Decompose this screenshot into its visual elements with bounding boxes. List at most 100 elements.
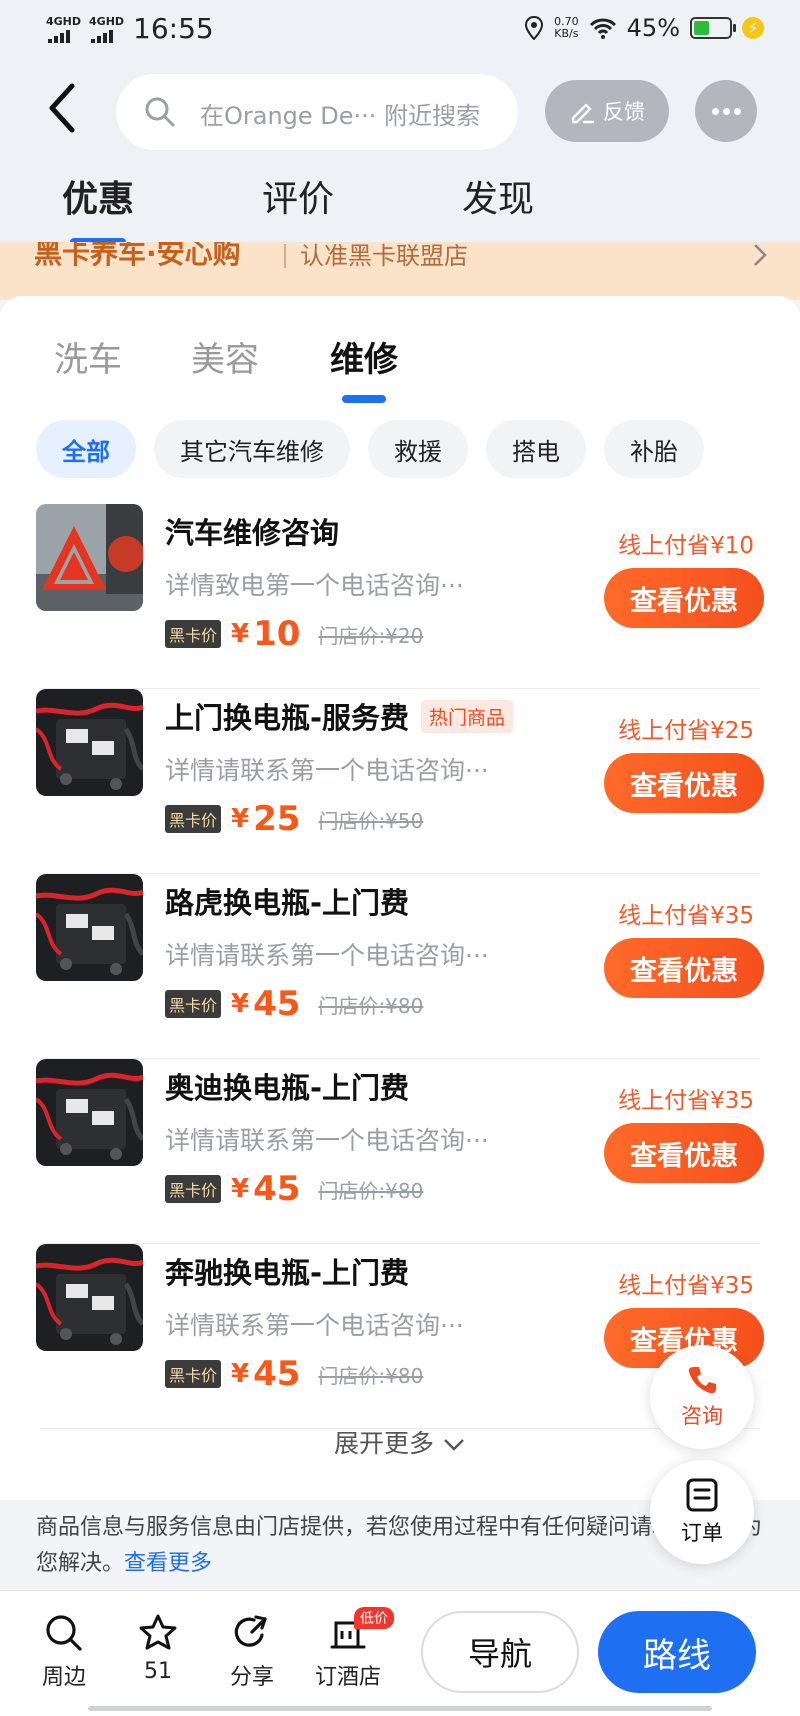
- route-button[interactable]: 路线: [598, 1611, 756, 1693]
- black-card-price: 45: [253, 1169, 301, 1209]
- price-row: 黑卡价 ¥25 门店价:¥50: [165, 799, 423, 839]
- service-description: 详情联系第一个电话咨询···: [165, 1311, 464, 1340]
- banner-subtitle: 认准黑卡联盟店: [284, 244, 468, 268]
- online-savings: 线上付省¥35: [618, 1088, 754, 1114]
- online-savings: 线上付省¥10: [618, 533, 754, 559]
- star-icon: [139, 1614, 177, 1650]
- tab-car-wash-label: 洗车: [54, 340, 122, 380]
- home-indicator: [88, 1706, 712, 1711]
- main-tabs: 优惠 评价 发现: [0, 170, 800, 246]
- service-item[interactable]: 汽车维修咨询详情致电第一个电话咨询··· 黑卡价 ¥10 门店价:¥20 线上付省¥10…: [0, 504, 800, 689]
- service-item[interactable]: 上门换电瓶-服务费 热门商品 详情请联系第一个电话咨询··· 黑卡价 ¥25 门店价:¥5…: [0, 689, 800, 874]
- favorite-button[interactable]: 51: [120, 1613, 196, 1684]
- search-input[interactable]: 在Orange De··· 附近搜索: [116, 74, 518, 150]
- store-price: 门店价:¥80: [318, 1363, 424, 1388]
- service-description: 详情请联系第一个电话咨询···: [165, 756, 489, 785]
- view-offer-button[interactable]: 查看优惠: [604, 1123, 764, 1183]
- online-savings: 线上付省¥25: [618, 718, 754, 744]
- share-label: 分享: [229, 1665, 274, 1690]
- chevron-left-icon: [49, 83, 75, 133]
- price-row: 黑卡价 ¥10 门店价:¥20: [165, 614, 423, 654]
- service-description: 详情致电第一个电话咨询···: [165, 571, 464, 600]
- filter-jump-start[interactable]: 搭电: [486, 420, 586, 478]
- service-list: 汽车维修咨询详情致电第一个电话咨询··· 黑卡价 ¥10 门店价:¥20 线上付省¥10…: [0, 504, 800, 1429]
- view-offer-button[interactable]: 查看优惠: [604, 753, 764, 813]
- filter-all[interactable]: 全部: [36, 420, 136, 478]
- service-title: 汽车维修咨询: [165, 516, 340, 550]
- edit-icon: [571, 103, 595, 124]
- tab-repair-label: 维修: [330, 340, 398, 380]
- service-item[interactable]: 奥迪换电瓶-上门费 详情请联系第一个电话咨询··· 黑卡价 ¥45 门店价:¥80 线上付…: [0, 1059, 800, 1244]
- feedback-button[interactable]: 反馈: [545, 80, 669, 142]
- black-card-price: 25: [253, 799, 301, 839]
- more-options-button[interactable]: [695, 80, 757, 142]
- service-title-row: 汽车维修咨询: [165, 510, 339, 552]
- service-description: 详情请联系第一个电话咨询···: [165, 941, 489, 970]
- store-price: 门店价:¥80: [318, 993, 424, 1018]
- tab-discover[interactable]: 发现: [462, 170, 534, 222]
- signal-bars-icon: [48, 30, 70, 43]
- order-button[interactable]: 订单: [650, 1460, 754, 1564]
- currency-symbol: ¥: [231, 804, 250, 834]
- black-card-tag: 黑卡价: [165, 990, 222, 1018]
- online-savings: 线上付省¥35: [618, 903, 754, 929]
- category-tabs: 洗车 美容 维修: [0, 332, 800, 403]
- banner-title: 黑卡养车·安心购: [34, 242, 241, 270]
- battery-percent: 45%: [626, 14, 680, 42]
- search-icon: [46, 1615, 82, 1651]
- signal-1: 4GHD: [46, 16, 81, 43]
- black-card-price: 45: [253, 1354, 301, 1394]
- tab-offers-label: 优惠: [62, 179, 135, 220]
- location-icon: [525, 16, 544, 40]
- order-label: 订单: [681, 1521, 723, 1545]
- tab-car-wash[interactable]: 洗车: [54, 332, 122, 381]
- tab-discover-label: 发现: [462, 179, 535, 220]
- search-icon: [145, 97, 175, 127]
- tab-reviews[interactable]: 评价: [262, 170, 334, 222]
- tab-beauty[interactable]: 美容: [191, 332, 259, 381]
- filter-other-repair[interactable]: 其它汽车维修: [154, 420, 350, 478]
- black-card-price: 10: [253, 614, 301, 654]
- tab-beauty-label: 美容: [191, 340, 259, 380]
- service-title-row: 奥迪换电瓶-上门费: [165, 1065, 409, 1107]
- currency-symbol: ¥: [231, 989, 250, 1019]
- view-offer-button[interactable]: 查看优惠: [604, 938, 764, 998]
- wifi-icon: [589, 18, 616, 39]
- status-bar: 4GHD 4GHD 16:55 0.70 KB/s 45% ⚡: [0, 0, 800, 62]
- service-thumbnail: [36, 1244, 143, 1351]
- battery-level: [694, 21, 710, 35]
- filter-tire-repair[interactable]: 补胎: [604, 420, 704, 478]
- black-card-tag: 黑卡价: [165, 805, 222, 833]
- filter-rescue[interactable]: 救援: [368, 420, 468, 478]
- network-speed: 0.70 KB/s: [554, 16, 579, 40]
- nearby-button[interactable]: 周边: [26, 1613, 102, 1691]
- service-description: 详情请联系第一个电话咨询···: [165, 1126, 489, 1155]
- currency-symbol: ¥: [231, 1359, 250, 1389]
- navigate-button[interactable]: 导航: [421, 1611, 579, 1693]
- book-hotel-button[interactable]: 低价 订酒店: [310, 1607, 394, 1691]
- network-type-1: 4GHD: [46, 15, 82, 28]
- signal-bars-icon: [91, 30, 114, 43]
- service-item[interactable]: 路虎换电瓶-上门费 详情请联系第一个电话咨询··· 黑卡价 ¥45 门店价:¥80 线上付…: [0, 874, 800, 1059]
- nearby-label: 周边: [41, 1665, 86, 1690]
- notice-more-link[interactable]: 查看更多: [124, 1551, 212, 1576]
- phone-icon: [688, 1367, 716, 1394]
- currency-symbol: ¥: [231, 1174, 250, 1204]
- hot-tag: 热门商品: [421, 699, 514, 733]
- black-card-banner[interactable]: 黑卡养车·安心购 认准黑卡联盟店: [0, 242, 800, 300]
- status-right: 0.70 KB/s 45% ⚡: [524, 14, 764, 42]
- view-offer-button[interactable]: 查看优惠: [604, 568, 764, 628]
- expand-more-label: 展开更多: [334, 1429, 435, 1458]
- charging-icon: ⚡: [742, 17, 764, 39]
- search-placeholder: 在Orange De··· 附近搜索: [200, 102, 481, 130]
- service-title: 路虎换电瓶-上门费: [165, 886, 410, 920]
- currency-symbol: ¥: [231, 619, 250, 649]
- tab-offers[interactable]: 优惠: [62, 170, 135, 246]
- chevron-right-icon: [754, 244, 767, 266]
- share-button[interactable]: 分享: [214, 1613, 290, 1691]
- feedback-label: 反馈: [603, 100, 645, 124]
- service-thumbnail: [36, 874, 143, 981]
- back-button[interactable]: [44, 82, 94, 142]
- tab-repair[interactable]: 维修: [330, 332, 398, 403]
- consult-button[interactable]: 咨询: [650, 1345, 754, 1449]
